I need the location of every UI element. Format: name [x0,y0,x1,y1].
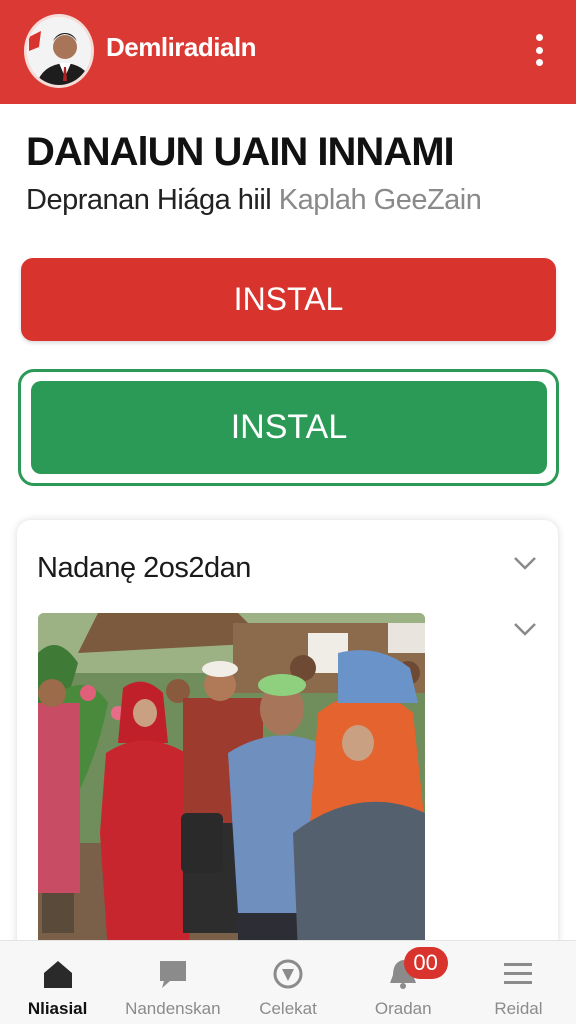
nav-label: Celekat [259,999,317,1018]
nav-item-notifications[interactable]: Oradan 00 [346,941,461,1024]
notification-badge: 00 [403,947,448,979]
subtitle-main: Depranan Hiága hiil [26,184,272,216]
chat-icon [159,961,186,988]
profile-photo [27,17,91,85]
install-button-secondary-frame: INSTAL [18,369,559,486]
nav-item-messages[interactable]: Nandenskan [115,941,230,1024]
subtitle-muted: Kaplah GeeZain [278,184,482,216]
app-bar: Demliradialn [0,0,576,104]
avatar[interactable] [24,14,94,88]
home-icon [43,961,72,988]
bottom-navigation: Nliasial Nandenskan Celekat Oradan 00 Re… [0,940,576,1024]
page-title: DANAlUN UAIN INNAMI [26,130,455,174]
install-button-primary[interactable]: INSTAL [21,258,556,341]
compass-icon [273,959,303,989]
nav-label: Reidal [494,999,543,1018]
page-subtitle: Depranan Hiága hiil Kaplah GeeZain [26,184,482,217]
nav-item-home[interactable]: Nliasial [0,941,115,1024]
app-title: Demliradialn [106,32,257,62]
chevron-down-icon[interactable] [512,550,538,576]
install-button-secondary[interactable]: INSTAL [31,381,547,474]
menu-icon [504,963,533,984]
nav-label: Nandenskan [125,999,221,1018]
news-card: Nadanę 2os2dan [17,520,558,960]
nav-item-explore[interactable]: Celekat [230,941,345,1024]
nav-label: Nliasial [27,999,88,1018]
nav-item-menu[interactable]: Reidal [461,941,576,1024]
news-photo[interactable] [38,613,425,953]
chevron-down-icon[interactable] [512,616,538,642]
card-title: Nadanę 2os2dan [37,552,251,584]
more-options-icon[interactable] [522,30,556,70]
community-gathering-image [38,613,425,953]
nav-label: Oradan [374,999,432,1018]
